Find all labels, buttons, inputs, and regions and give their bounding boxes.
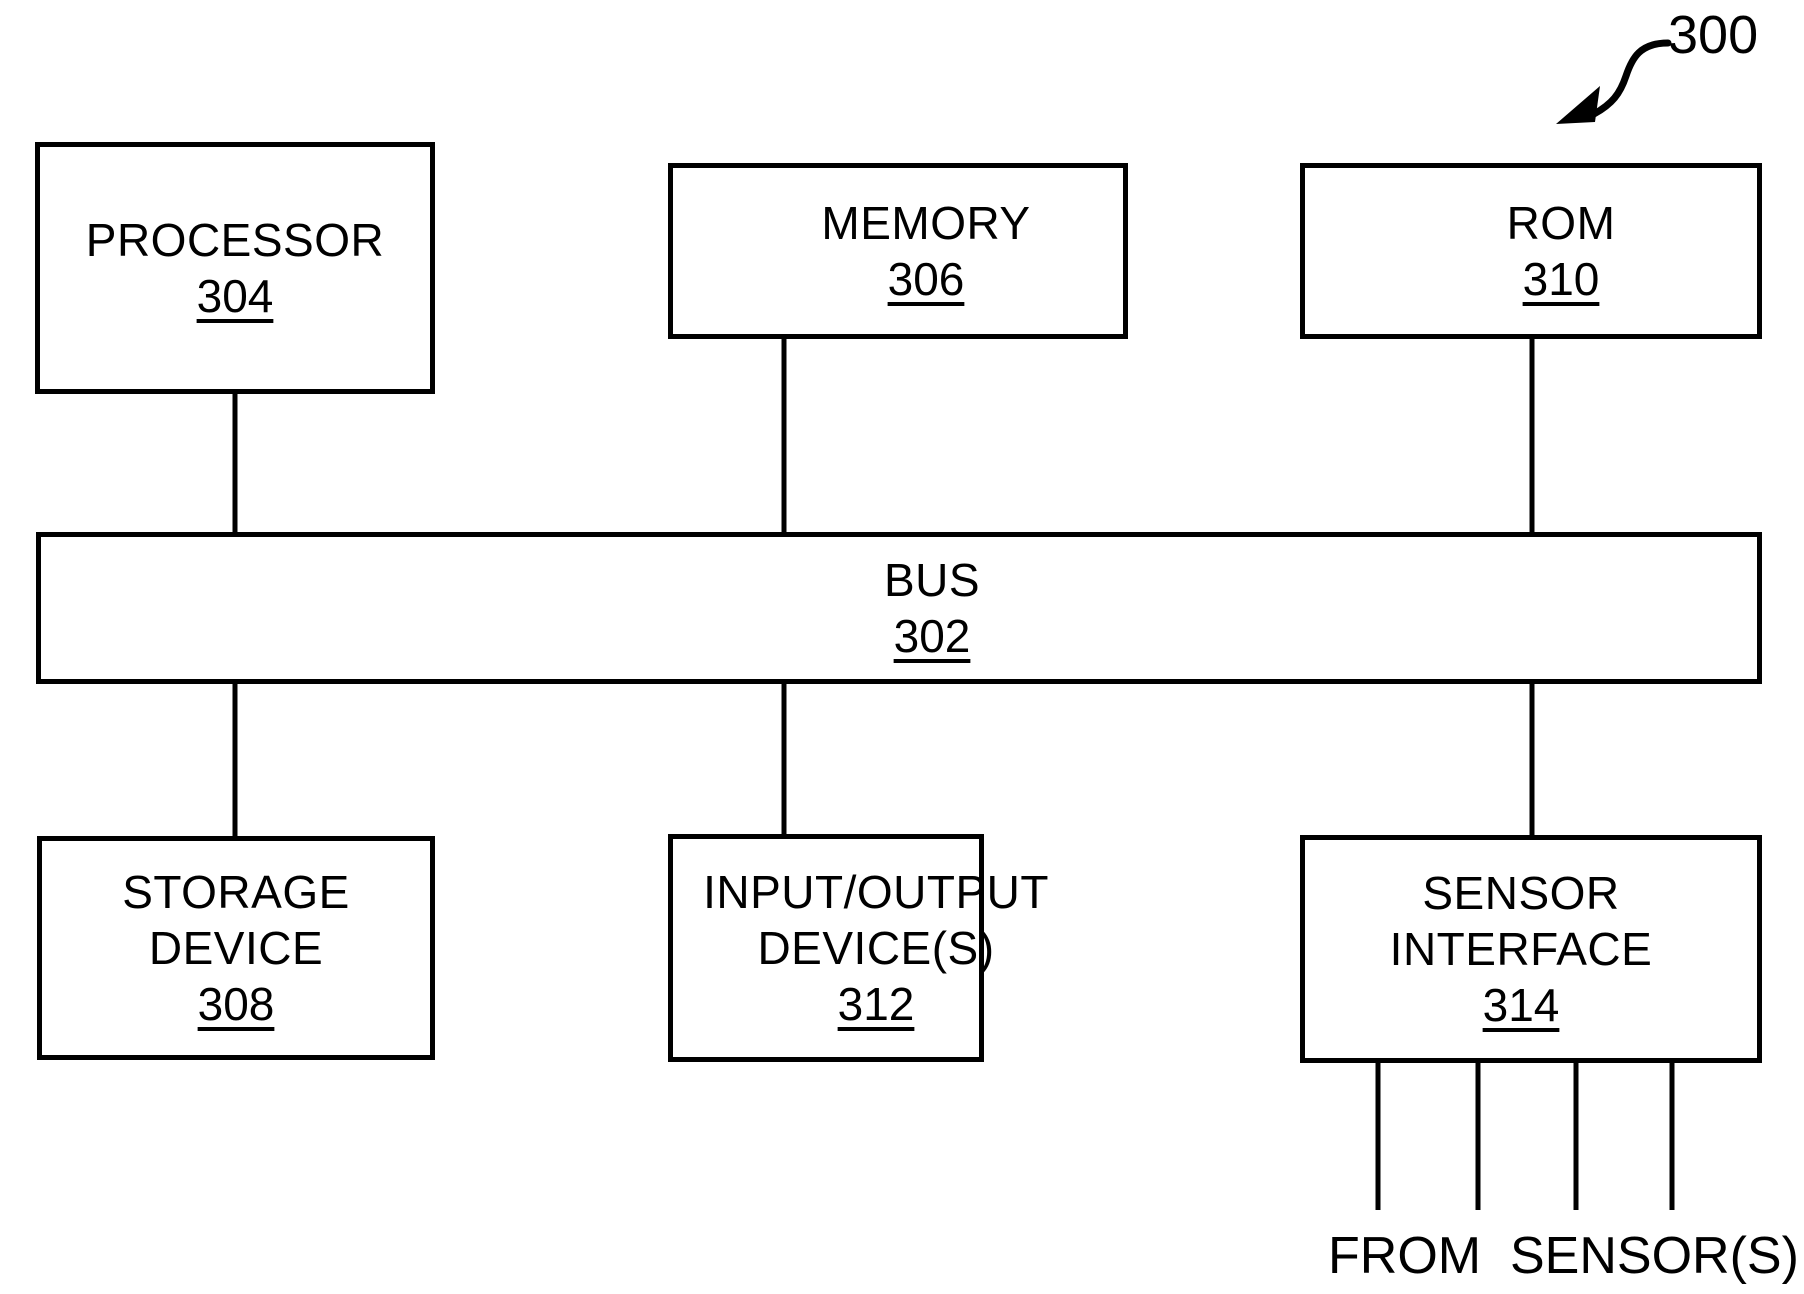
- block-processor: PROCESSOR 304: [35, 142, 435, 394]
- block-rom-label: ROM: [1506, 197, 1616, 249]
- callout-arrowhead: [1556, 86, 1600, 124]
- block-sensor-interface-label: SENSOR INTERFACE: [1389, 867, 1653, 975]
- block-input-output-devices: INPUT/OUTPUT DEVICE(S) 312: [668, 834, 1048, 1062]
- block-input-output-devices-label: INPUT/OUTPUT DEVICE(S): [703, 866, 1049, 974]
- block-storage-device-number: 308: [197, 978, 275, 1030]
- callout-leader-line: [1590, 39, 1672, 118]
- patent-figure-block-diagram: 300 PROCESSOR 304 MEMORY 306 ROM 310 BUS…: [0, 0, 1804, 1294]
- block-memory-number: 306: [887, 253, 965, 305]
- block-sensor-interface: SENSOR INTERFACE 314: [1300, 835, 1762, 1063]
- from-sensors-caption: FROM SENSOR(S): [1328, 1227, 1799, 1285]
- block-rom-number: 310: [1522, 253, 1600, 305]
- block-bus: BUS 302: [36, 532, 1762, 684]
- block-memory-label: MEMORY: [821, 197, 1031, 249]
- block-sensor-interface-number: 314: [1482, 979, 1560, 1031]
- block-processor-number: 304: [196, 270, 274, 322]
- block-rom: ROM 310: [1300, 163, 1762, 339]
- block-input-output-devices-number: 312: [837, 978, 915, 1030]
- block-bus-number: 302: [893, 610, 971, 662]
- block-storage-device: STORAGE DEVICE 308: [37, 836, 435, 1060]
- reference-numeral-300: 300: [1668, 5, 1759, 65]
- block-memory: MEMORY 306: [668, 163, 1128, 339]
- block-processor-label: PROCESSOR: [85, 214, 385, 266]
- block-storage-device-label: STORAGE DEVICE: [122, 866, 350, 974]
- block-bus-label: BUS: [883, 554, 981, 606]
